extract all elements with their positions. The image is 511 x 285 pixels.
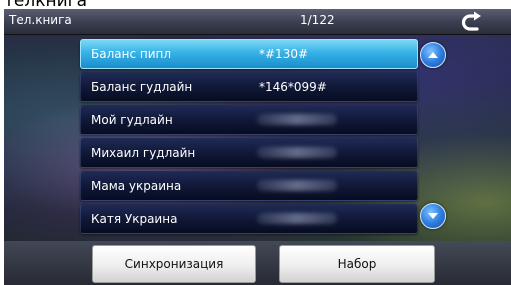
contact-name: Катя Украина xyxy=(91,212,178,226)
chevron-up-icon xyxy=(428,52,438,58)
blurred-number xyxy=(257,147,337,158)
page-indicator: 1/122 xyxy=(300,13,335,27)
dial-button[interactable]: Набор xyxy=(279,245,435,283)
blurred-number xyxy=(257,114,337,125)
contact-name: Баланс гудлайн xyxy=(91,80,193,94)
sync-button[interactable]: Синхронизация xyxy=(92,245,256,283)
bottom-bar: Синхронизация Набор xyxy=(4,241,511,285)
contact-row[interactable]: Баланс пипл *#130# xyxy=(80,39,418,69)
contact-name: Михаил гудлайн xyxy=(91,146,196,160)
contact-row[interactable]: Мама украина xyxy=(80,171,418,201)
return-arrow-icon xyxy=(461,11,481,31)
back-button[interactable] xyxy=(450,10,490,34)
phonebook-screen: Тел.книга 1/122 Баланс пипл *#130# Балан… xyxy=(4,9,511,285)
contact-name: Мой гудлайн xyxy=(91,113,173,127)
chevron-down-icon xyxy=(428,213,438,219)
contact-number: *#130# xyxy=(259,47,309,61)
blurred-number xyxy=(257,213,337,224)
blurred-number xyxy=(257,180,337,191)
contact-number: *146*099# xyxy=(259,80,327,94)
title-bar: Тел.книга 1/122 xyxy=(4,9,511,35)
scroll-down-button[interactable] xyxy=(420,203,446,229)
contact-name: Мама украина xyxy=(91,179,182,193)
contact-row[interactable]: Катя Украина xyxy=(80,204,418,234)
contact-name: Баланс пипл xyxy=(91,47,172,61)
contact-row[interactable]: Мой гудлайн xyxy=(80,105,418,135)
scroll-up-button[interactable] xyxy=(420,42,446,68)
page-title: Тел.книга xyxy=(9,13,72,27)
contact-row[interactable]: Михаил гудлайн xyxy=(80,138,418,168)
contact-row[interactable]: Баланс гудлайн *146*099# xyxy=(80,72,418,102)
